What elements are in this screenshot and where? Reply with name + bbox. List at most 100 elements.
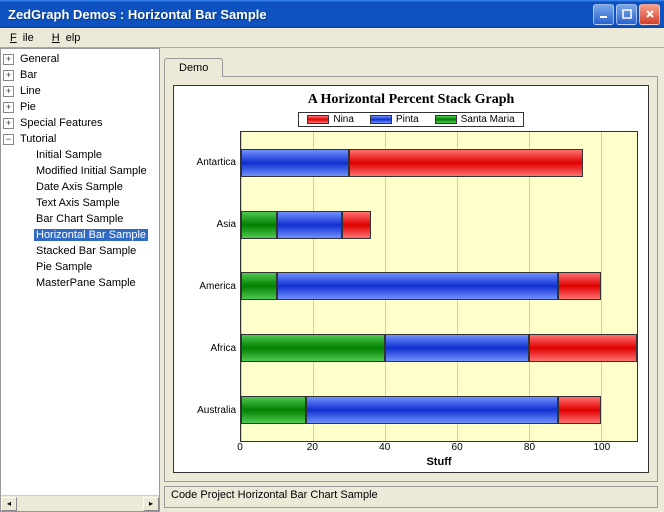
scroll-right-icon[interactable]: ▸ [143,497,159,511]
bar-segment-pinta [277,211,342,239]
bar-segment-nina [349,149,583,177]
bar-segment-pinta [306,396,558,424]
x-tick: 40 [379,442,390,453]
x-axis-label: Stuff [240,456,638,468]
tree-node-label: Modified Initial Sample [34,165,149,177]
bar-row-america [241,272,637,300]
bar-segment-pinta [385,334,529,362]
minimize-button[interactable] [593,4,614,25]
tree-node-text-axis-sample[interactable]: Text Axis Sample [1,195,159,211]
bar-row-africa [241,334,637,362]
tree-node-label: Initial Sample [34,149,104,161]
menu-file[interactable]: File [4,30,46,46]
x-tick: 80 [524,442,535,453]
legend-swatch [370,115,392,124]
legend-swatch [307,115,329,124]
tree-view[interactable]: +General+Bar+Line+Pie+Special Features−T… [0,48,160,512]
tree-node-special-features[interactable]: + Special Features [1,115,159,131]
bar-segment-pinta [241,149,349,177]
tree-node-tutorial[interactable]: −Tutorial [1,131,159,147]
plot-area [240,131,638,442]
tree-node-label: Bar [18,69,39,81]
bar-segment-santa-maria [241,211,277,239]
bar-segment-nina [529,334,637,362]
legend-item-pinta: Pinta [370,114,419,125]
x-tick: 60 [452,442,463,453]
tree-node-label: Pie Sample [34,261,94,273]
tab-strip: Demo [164,54,658,76]
category-label: America [184,281,236,292]
tab-demo[interactable]: Demo [164,58,223,77]
bar-segment-nina [558,396,601,424]
tree-node-modified-initial-sample[interactable]: Modified Initial Sample [1,163,159,179]
expand-icon[interactable]: + [3,70,14,81]
legend-label: Nina [333,114,354,125]
bar-segment-nina [342,211,371,239]
tree-node-bar-chart-sample[interactable]: Bar Chart Sample [1,211,159,227]
tree-node-stacked-bar-sample[interactable]: Stacked Bar Sample [1,243,159,259]
menubar: File Help [0,28,664,48]
tree-node-label: Stacked Bar Sample [34,245,138,257]
bar-segment-santa-maria [241,396,306,424]
bar-segment-santa-maria [241,334,385,362]
x-tick: 20 [307,442,318,453]
horizontal-scrollbar[interactable]: ◂▸ [1,495,159,511]
tree-node-label: Horizontal Bar Sample [34,229,148,241]
category-label: Australia [184,405,236,416]
tree-node-initial-sample[interactable]: Initial Sample [1,147,159,163]
legend-label: Santa Maria [461,114,515,125]
x-tick: 0 [237,442,243,453]
bar-row-australia [241,396,637,424]
tree-node-pie[interactable]: + Pie [1,99,159,115]
expand-icon[interactable]: + [3,54,14,65]
plot-wrap: Antartica Asia America Africa Australia [184,131,638,442]
tab-area: Demo A Horizontal Percent Stack Graph Ni… [164,54,658,482]
legend: Nina Pinta Santa Maria [298,112,523,127]
bar-segment-nina [558,272,601,300]
bar-row-antartica [241,149,637,177]
category-label: Antartica [184,157,236,168]
expand-icon[interactable]: + [3,102,14,113]
tree-node-label: Date Axis Sample [34,181,125,193]
expand-icon[interactable]: + [3,86,14,97]
tree-node-horizontal-bar-sample[interactable]: Horizontal Bar Sample [1,227,159,243]
close-button[interactable] [639,4,660,25]
tree-node-label: Tutorial [18,133,58,145]
x-tick: 100 [593,442,610,453]
tree-node-masterpane-sample[interactable]: MasterPane Sample [1,275,159,291]
tab-body: A Horizontal Percent Stack Graph NinaPin… [164,76,658,482]
tree-node-general[interactable]: + General [1,51,159,67]
x-axis: 0 20 40 60 80 100 [240,442,638,456]
collapse-icon[interactable]: − [3,134,14,145]
legend-swatch [435,115,457,124]
bars [241,132,637,441]
bar-segment-pinta [277,272,558,300]
tree-node-label: Line [18,85,43,97]
chart: A Horizontal Percent Stack Graph NinaPin… [173,85,649,473]
scroll-left-icon[interactable]: ◂ [1,497,17,511]
titlebar[interactable]: ZedGraph Demos : Horizontal Bar Sample [0,0,664,28]
tree-node-label: Pie [18,101,38,113]
tree-node-line[interactable]: + Line [1,83,159,99]
tree-node-label: MasterPane Sample [34,277,138,289]
bar-segment-santa-maria [241,272,277,300]
category-label: Africa [184,343,236,354]
tree-node-bar[interactable]: + Bar [1,67,159,83]
menu-help[interactable]: Help [46,30,93,46]
tree-node-label: Text Axis Sample [34,197,122,209]
main: +General+Bar+Line+Pie+Special Features−T… [0,48,664,512]
category-label: Asia [184,219,236,230]
tree-node-label: Special Features [18,117,105,129]
expand-icon[interactable]: + [3,118,14,129]
window-controls [593,4,660,25]
window-title: ZedGraph Demos : Horizontal Bar Sample [4,7,593,22]
tree-node-date-axis-sample[interactable]: Date Axis Sample [1,179,159,195]
status-bar: Code Project Horizontal Bar Chart Sample [164,486,658,508]
legend-item-santa-maria: Santa Maria [435,114,515,125]
y-axis-labels: Antartica Asia America Africa Australia [184,131,240,442]
tree-node-label: General [18,53,61,65]
tree-node-pie-sample[interactable]: Pie Sample [1,259,159,275]
legend-label: Pinta [396,114,419,125]
maximize-button[interactable] [616,4,637,25]
legend-item-nina: Nina [307,114,354,125]
